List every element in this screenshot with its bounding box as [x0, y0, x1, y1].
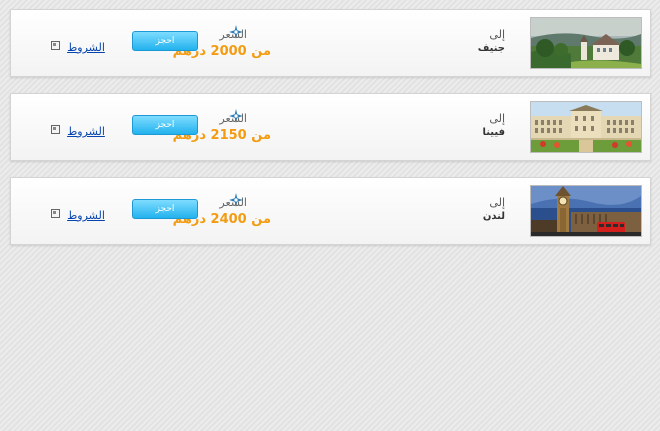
- price-label: السعر: [219, 112, 247, 125]
- book-button[interactable]: احجز: [132, 199, 198, 219]
- price-label: السعر: [219, 28, 247, 41]
- to-label: إلى: [489, 196, 505, 209]
- terms-link[interactable]: الشروط: [67, 125, 105, 138]
- vienna-palace-photo[interactable]: [530, 101, 642, 153]
- london-big-ben-photo[interactable]: [530, 185, 642, 237]
- destination-name: لندن: [482, 211, 505, 222]
- destination-name: فيينا: [482, 127, 505, 138]
- broken-image-icon: [51, 209, 60, 218]
- book-button[interactable]: احجز: [132, 115, 198, 135]
- deal-card: إلى لندن السعر من 2400 درهم احجز الشروط: [10, 177, 651, 245]
- broken-image-icon: [51, 41, 60, 50]
- deals-list: إلى جنيف السعر من 2000 درهم احجز الشروط: [10, 9, 651, 261]
- to-label: إلى: [489, 112, 505, 125]
- terms-link[interactable]: الشروط: [67, 209, 105, 222]
- price-label: السعر: [219, 196, 247, 209]
- book-button[interactable]: احجز: [132, 31, 198, 51]
- geneva-chateau-photo[interactable]: [530, 17, 642, 69]
- destination-name: جنيف: [477, 43, 505, 54]
- to-label: إلى: [489, 28, 505, 41]
- deal-card: إلى جنيف السعر من 2000 درهم احجز الشروط: [10, 9, 651, 77]
- terms: الشروط: [51, 204, 105, 223]
- terms-link[interactable]: الشروط: [67, 41, 105, 54]
- terms: الشروط: [51, 36, 105, 55]
- broken-image-icon: [51, 125, 60, 134]
- terms: الشروط: [51, 120, 105, 139]
- deal-card: إلى فيينا السعر من 2150 درهم احجز الشروط: [10, 93, 651, 161]
